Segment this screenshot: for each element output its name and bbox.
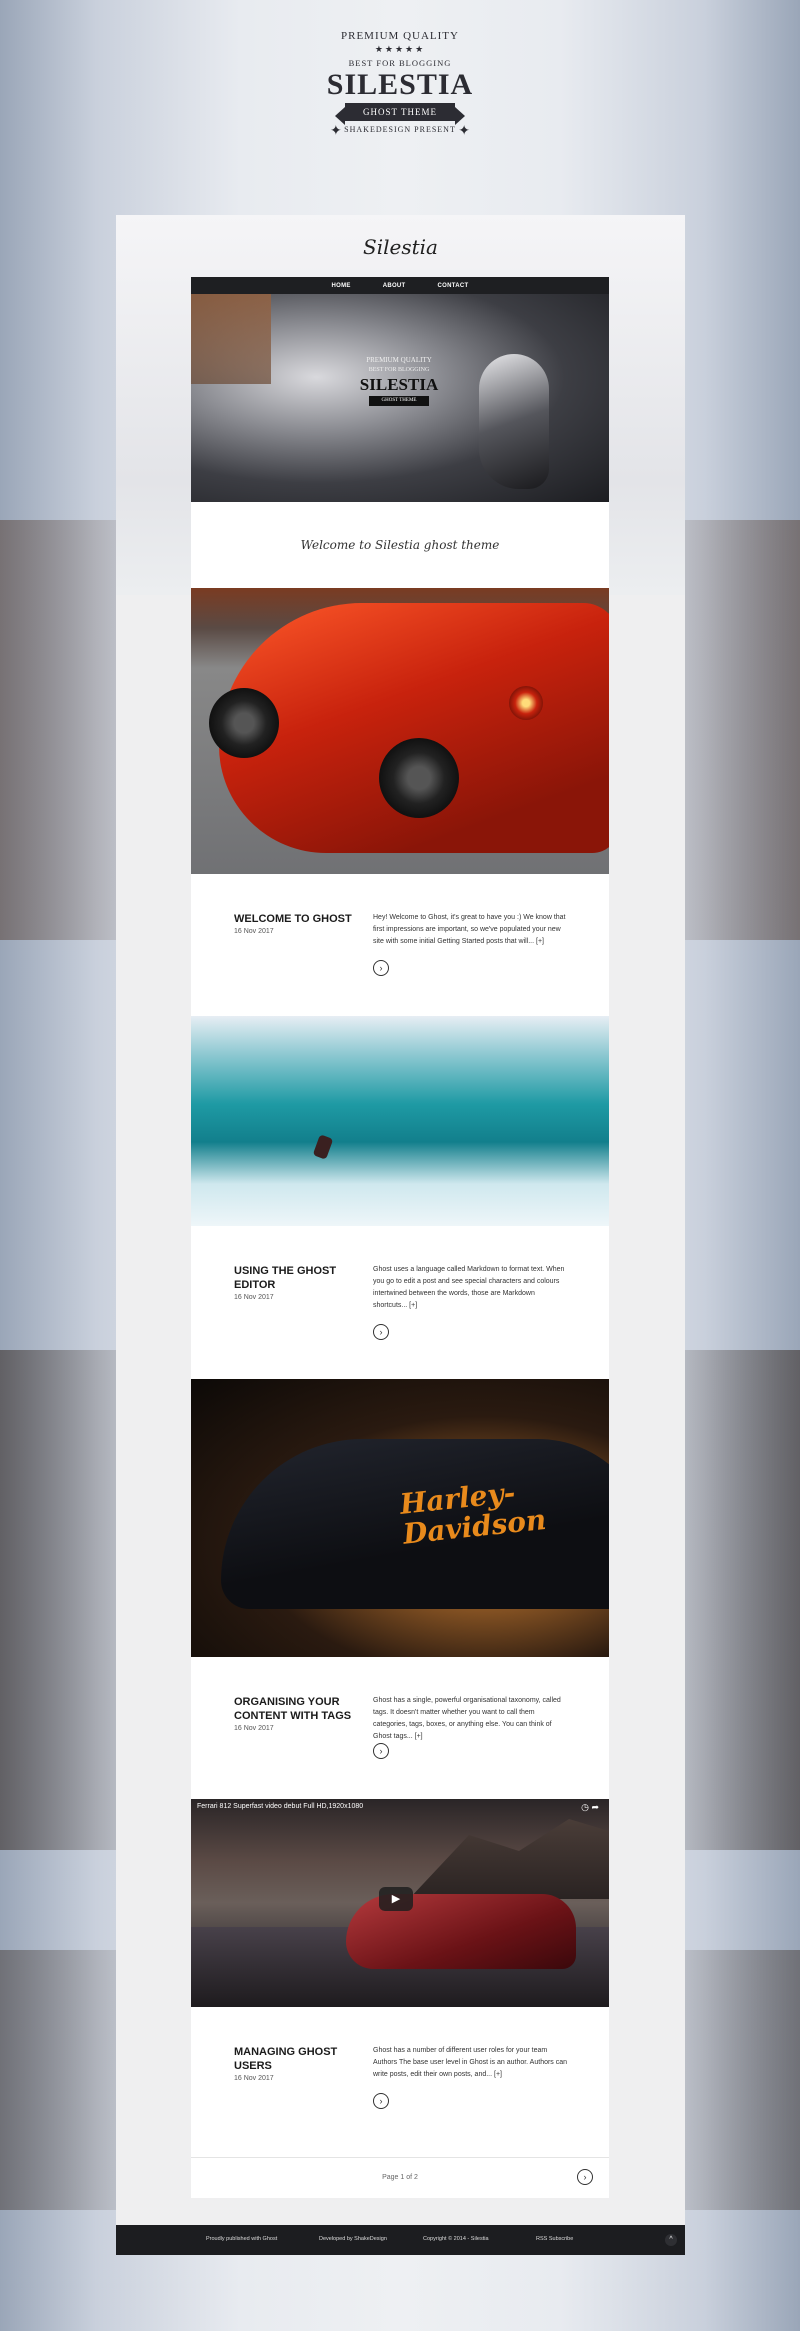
- post-image-harley[interactable]: Harley-Davidson: [191, 1379, 609, 1657]
- nav-item-about[interactable]: ABOUT: [383, 283, 406, 289]
- hero-logo-tagline: BEST FOR BLOGGING: [368, 367, 430, 373]
- blog-title[interactable]: Silestia: [116, 235, 685, 259]
- post-title[interactable]: USING THE GHOST EDITOR: [234, 1264, 344, 1292]
- read-more-button[interactable]: ›: [373, 1324, 389, 1340]
- post-date: 16 Nov 2017: [234, 1294, 274, 1301]
- nav-item-home[interactable]: HOME: [331, 283, 350, 289]
- nav-item-contact[interactable]: CONTACT: [438, 283, 469, 289]
- post-title[interactable]: MANAGING GHOST USERS: [234, 2045, 344, 2073]
- post-excerpt: Ghost uses a language called Markdown to…: [373, 1266, 565, 1309]
- car-taillight: [509, 686, 543, 720]
- post-card: MANAGING GHOST USERS 16 Nov 2017 Ghost h…: [191, 2007, 609, 2157]
- post-excerpt: Ghost has a number of different user rol…: [373, 2047, 568, 2078]
- post-card: ORGANISING YOUR CONTENT WITH TAGS 16 Nov…: [191, 1657, 609, 1799]
- hero-logo-name: SILESTIA: [359, 375, 439, 394]
- swallow-icon: ✦: [330, 122, 342, 138]
- post-date: 16 Nov 2017: [234, 2075, 274, 2082]
- post-card: USING THE GHOST EDITOR 16 Nov 2017 Ghost…: [191, 1226, 609, 1379]
- car-wheel: [379, 738, 459, 818]
- post-image-wave[interactable]: [191, 1016, 609, 1226]
- site-logo-emblem[interactable]: PREMIUM QUALITY ★★★★★ BEST FOR BLOGGING …: [320, 30, 480, 185]
- hero-logo-ribbon: GHOST THEME: [369, 396, 429, 406]
- car-wheel: [209, 688, 279, 758]
- page-indicator: Page 1 of 2: [382, 2174, 418, 2181]
- post-image-ferrari[interactable]: [191, 588, 609, 874]
- footer-rss-link[interactable]: RSS Subscribe: [536, 2236, 573, 2242]
- logo-ribbon: GHOST THEME: [335, 103, 465, 125]
- post-video-embed[interactable]: Ferrari 812 Superfast video debut Full H…: [191, 1799, 609, 2007]
- post-excerpt: Hey! Welcome to Ghost, it's great to hav…: [373, 914, 566, 945]
- read-more-button[interactable]: ›: [373, 2093, 389, 2109]
- swallow-icon: ✦: [458, 122, 470, 138]
- hero-logo-premium: PREMIUM QUALITY: [366, 356, 432, 364]
- post-title[interactable]: WELCOME TO GHOST: [234, 912, 354, 926]
- logo-stars: ★★★★★: [374, 44, 426, 54]
- welcome-heading: Welcome to Silestia ghost theme: [191, 502, 609, 588]
- hero-car-mirror: [479, 354, 549, 489]
- pagination: Page 1 of 2 ›: [191, 2157, 609, 2198]
- logo-premium-text: PREMIUM QUALITY: [341, 30, 459, 42]
- post-date: 16 Nov 2017: [234, 1725, 274, 1732]
- post-excerpt: Ghost has a single, powerful organisatio…: [373, 1697, 561, 1740]
- footer-published[interactable]: Proudly published with Ghost: [206, 2236, 277, 2242]
- hero-background-building: [191, 294, 271, 384]
- logo-presents: SHAKEDESIGN PRESENT: [344, 125, 456, 134]
- scroll-top-button[interactable]: ^: [665, 2234, 677, 2246]
- main-panel: Silestia HOME ABOUT CONTACT PREMIUM QUAL…: [116, 215, 685, 2225]
- read-more-button[interactable]: ›: [373, 1743, 389, 1759]
- post-title[interactable]: ORGANISING YOUR CONTENT WITH TAGS: [234, 1695, 374, 1723]
- footer-developed[interactable]: Developed by ShakeDesign: [319, 2236, 387, 2242]
- video-title[interactable]: Ferrari 812 Superfast video debut Full H…: [197, 1803, 363, 1810]
- read-more-button[interactable]: ›: [373, 960, 389, 976]
- next-page-button[interactable]: ›: [577, 2169, 593, 2185]
- video-share-icon[interactable]: ◷ ➦: [581, 1802, 599, 1813]
- site-footer: Proudly published with Ghost Developed b…: [116, 2225, 685, 2255]
- hero-logo: PREMIUM QUALITY BEST FOR BLOGGING SILEST…: [351, 356, 447, 406]
- video-play-button[interactable]: ▶: [379, 1887, 413, 1911]
- main-navigation: HOME ABOUT CONTACT: [191, 277, 609, 294]
- surfer-figure: [312, 1134, 334, 1160]
- post-date: 16 Nov 2017: [234, 928, 274, 935]
- logo-tagline: BEST FOR BLOGGING: [348, 58, 452, 68]
- footer-copyright: Copyright © 2014 - Silestia: [423, 2236, 489, 2242]
- post-card: WELCOME TO GHOST 16 Nov 2017 Hey! Welcom…: [191, 874, 609, 1016]
- logo-name: SILESTIA: [326, 68, 474, 101]
- video-mountain: [409, 1819, 609, 1899]
- hero-image: PREMIUM QUALITY BEST FOR BLOGGING SILEST…: [191, 294, 609, 502]
